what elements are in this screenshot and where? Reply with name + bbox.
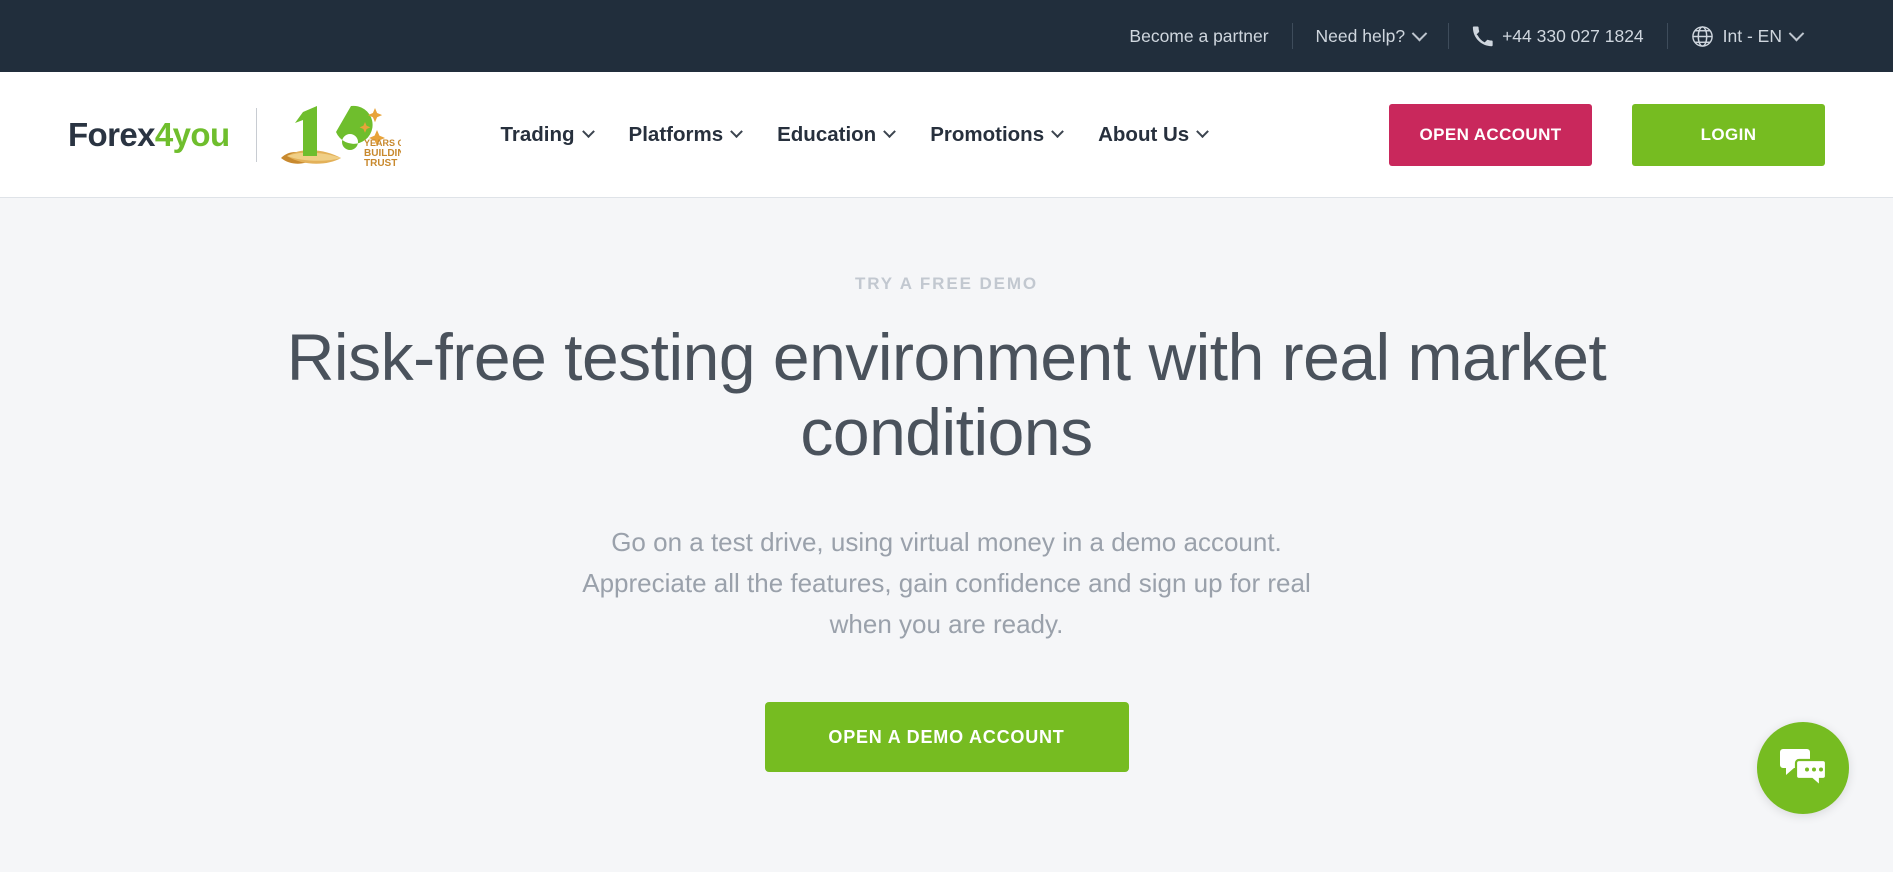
globe-icon xyxy=(1691,25,1714,48)
nav-item-trading[interactable]: Trading xyxy=(483,123,611,147)
hero-subtitle: Go on a test drive, using virtual money … xyxy=(582,527,1311,639)
chevron-down-icon xyxy=(730,125,743,139)
logo-text-4you: 4you xyxy=(154,115,230,153)
svg-text:TRUST: TRUST xyxy=(364,158,397,168)
phone-icon xyxy=(1472,25,1493,47)
svg-text:YEARS OF: YEARS OF xyxy=(364,138,401,148)
chat-widget-button[interactable] xyxy=(1757,722,1849,814)
become-a-partner-label: Become a partner xyxy=(1129,26,1269,46)
phone-link[interactable]: +44 330 027 1824 xyxy=(1449,0,1667,72)
nav-item-label: About Us xyxy=(1098,122,1190,146)
logo-wordmark: Forex4you xyxy=(68,116,230,154)
chevron-down-icon xyxy=(581,125,595,139)
nav-item-label: Promotions xyxy=(930,122,1045,146)
language-label: Int - EN xyxy=(1722,26,1782,46)
chevron-down-icon xyxy=(1788,25,1805,41)
nav-item-promotions[interactable]: Promotions xyxy=(912,123,1080,147)
chevron-down-icon xyxy=(1411,25,1428,41)
become-a-partner-link[interactable]: Become a partner xyxy=(1106,0,1291,72)
brand-logo[interactable]: Forex4you YEARS OF BUILDING TRUST xyxy=(68,102,401,168)
main-navbar: Forex4you YEARS OF BUILDING TRUST xyxy=(0,72,1893,198)
utility-bar-items: Become a partner Need help? +44 330 027 … xyxy=(1106,0,1825,72)
navbar-actions: OPEN ACCOUNT LOGIN xyxy=(1389,103,1825,166)
nav-item-label: Platforms xyxy=(628,122,724,146)
divider xyxy=(255,107,257,162)
chat-bubbles-icon xyxy=(1780,747,1828,790)
nav-item-about-us[interactable]: About Us xyxy=(1080,123,1225,147)
page-title: Risk-free testing environment with real … xyxy=(286,320,1607,470)
nav-item-platforms[interactable]: Platforms xyxy=(611,123,760,147)
phone-number: +44 330 027 1824 xyxy=(1502,26,1644,46)
anniversary-badge-icon: YEARS OF BUILDING TRUST xyxy=(279,102,401,168)
open-demo-account-button[interactable]: OPEN A DEMO ACCOUNT xyxy=(764,702,1129,773)
chevron-down-icon xyxy=(1196,125,1210,139)
nav-item-label: Trading xyxy=(500,122,575,146)
chevron-down-icon xyxy=(1051,125,1064,139)
hero-eyebrow: TRY A FREE DEMO xyxy=(854,274,1039,293)
need-help-menu[interactable]: Need help? xyxy=(1293,0,1449,72)
utility-bar: Become a partner Need help? +44 330 027 … xyxy=(0,0,1893,72)
language-selector[interactable]: Int - EN xyxy=(1668,0,1825,72)
logo-text-forex: Forex xyxy=(68,115,155,153)
open-account-button[interactable]: OPEN ACCOUNT xyxy=(1389,103,1592,166)
primary-nav: Trading Platforms Education Promotions A… xyxy=(483,123,1226,147)
login-button[interactable]: LOGIN xyxy=(1632,103,1825,166)
hero-section: TRY A FREE DEMO Risk-free testing enviro… xyxy=(0,198,1893,871)
nav-item-label: Education xyxy=(777,122,877,146)
chevron-down-icon xyxy=(883,125,897,139)
nav-item-education[interactable]: Education xyxy=(759,123,912,147)
need-help-label: Need help? xyxy=(1315,26,1406,46)
